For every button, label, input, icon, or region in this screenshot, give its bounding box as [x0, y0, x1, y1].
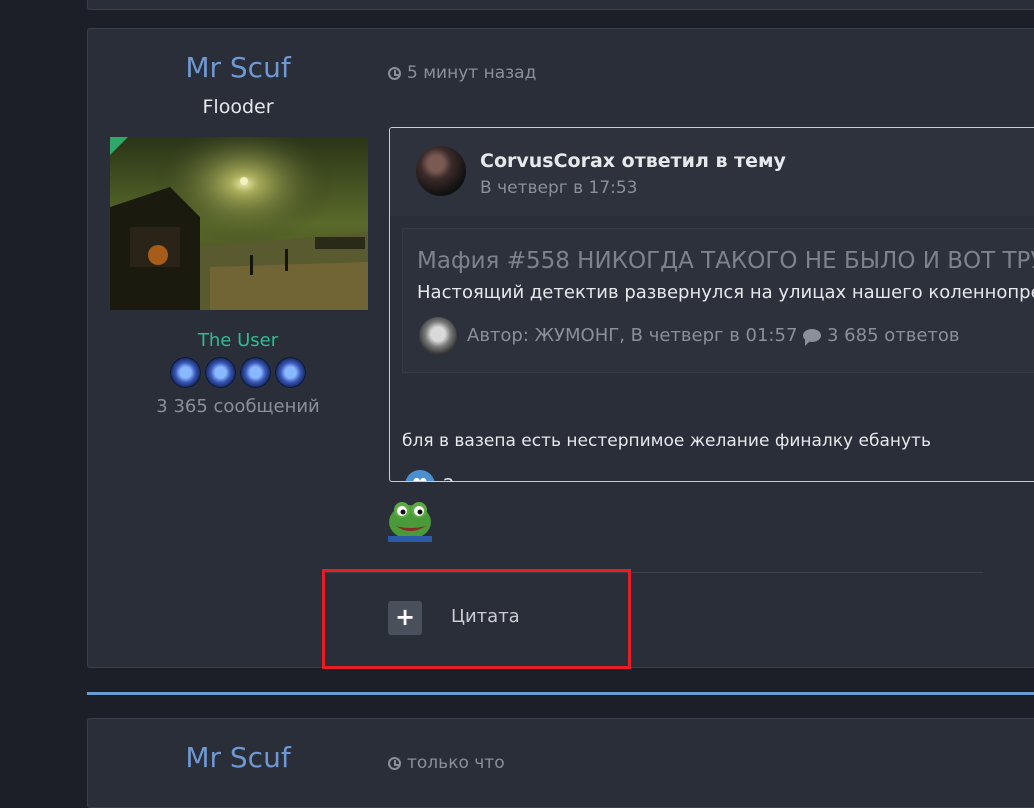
badge-icon[interactable]	[205, 357, 236, 388]
quoted-text: бля в вазепа есть нестерпимое желание фи…	[402, 431, 931, 451]
author-title: Flooder	[202, 96, 274, 118]
clock-icon	[388, 67, 401, 80]
embed-replies: 3 685 ответов	[803, 325, 960, 346]
badge-icon[interactable]	[170, 357, 201, 388]
embed-meta: Автор: ЖУМОНГ, В четверг в 01:57	[467, 325, 798, 346]
embed-author-avatar[interactable]	[419, 317, 457, 355]
quote-header: CorvusCorax ответил в тему В четверг в 1…	[390, 128, 1034, 216]
embed-description: Настоящий детектив развернулся на улицах…	[417, 282, 1034, 303]
topic-embed[interactable]: Мафия #558 НИКОГДА ТАКОГО НЕ БЫЛО И ВОТ …	[402, 228, 1034, 373]
embed-title[interactable]: Мафия #558 НИКОГДА ТАКОГО НЕ БЫЛО И ВОТ …	[417, 248, 1034, 274]
author-avatar[interactable]	[110, 137, 368, 310]
highlight-box	[322, 569, 631, 669]
badges	[88, 357, 388, 388]
heart-icon[interactable]: ♥	[405, 470, 435, 481]
comment-icon	[803, 329, 821, 346]
new-posts-separator	[87, 692, 1034, 695]
timestamp-text: только что	[407, 753, 505, 773]
clock-icon	[388, 757, 401, 770]
badge-icon[interactable]	[275, 357, 306, 388]
quoted-date: В четверг в 17:53	[480, 178, 638, 198]
quoted-author-line[interactable]: CorvusCorax ответил в тему	[480, 150, 786, 172]
badge-icon[interactable]	[240, 357, 271, 388]
previous-post-card	[87, 0, 1034, 10]
post-timestamp[interactable]: только что	[388, 753, 505, 773]
like-count: 2	[443, 475, 454, 481]
quoted-activity: CorvusCorax ответил в тему В четверг в 1…	[389, 127, 1034, 482]
replies-count: 3 685 ответов	[827, 325, 960, 346]
author-name[interactable]: Mr Scuf	[88, 51, 388, 84]
timestamp-text: 5 минут назад	[407, 63, 537, 83]
post-count: 3 365 сообщений	[156, 396, 320, 417]
author-name[interactable]: Mr Scuf	[88, 741, 388, 774]
post-timestamp[interactable]: 5 минут назад	[388, 63, 536, 83]
pepe-emoji-image	[388, 496, 432, 542]
quoted-user-avatar[interactable]	[416, 146, 466, 196]
user-group: The User	[197, 330, 279, 351]
forum-post: Mr Scuf только что	[87, 718, 1034, 808]
